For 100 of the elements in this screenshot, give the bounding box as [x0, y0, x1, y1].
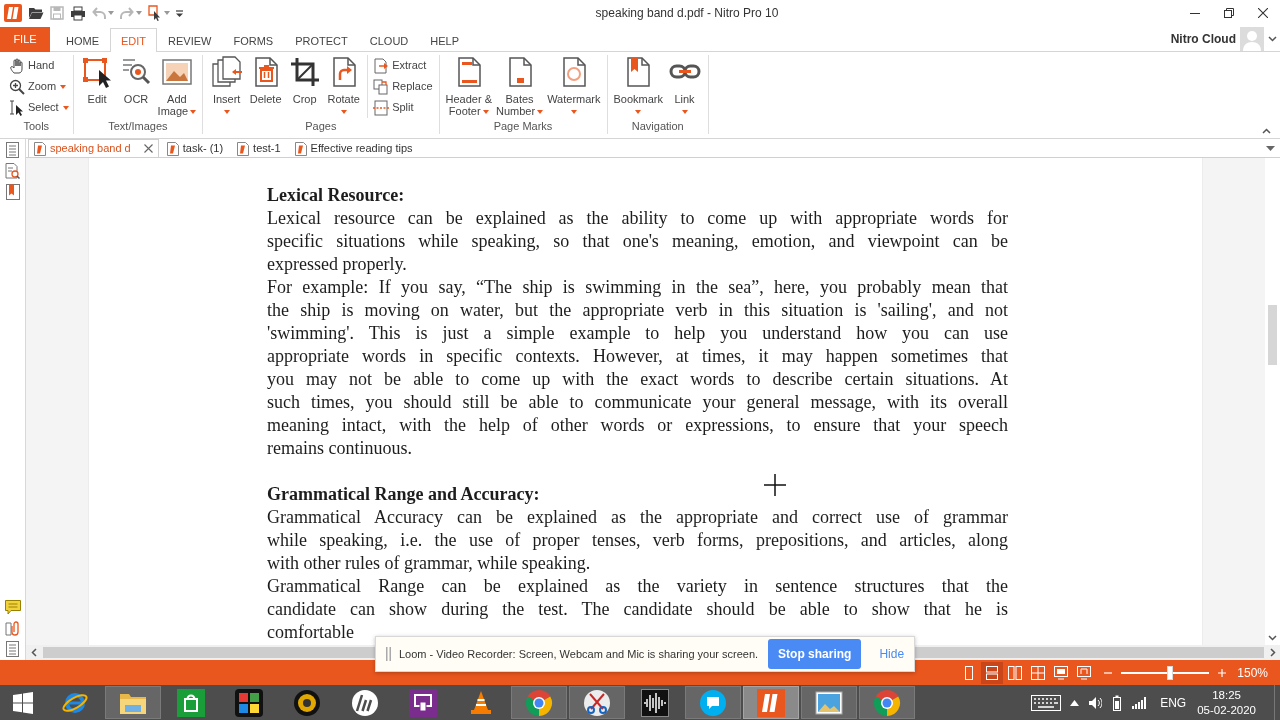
file-menu-button[interactable]: FILE	[0, 27, 50, 52]
cast-screen-icon	[409, 688, 437, 717]
group-label: Tools	[22, 119, 51, 134]
page-split-icon	[373, 99, 390, 116]
page-lines-icon[interactable]	[5, 142, 20, 158]
stacked-pages-icon	[210, 56, 243, 88]
folder-icon[interactable]	[28, 6, 44, 20]
grip-icon[interactable]	[386, 647, 391, 661]
crosshair-cursor-icon	[764, 474, 786, 496]
text-cursor-icon	[9, 99, 25, 116]
pdf-file-icon	[34, 141, 46, 156]
split-button[interactable]: Split	[371, 97, 435, 118]
battery-icon[interactable]	[1111, 694, 1124, 711]
section-heading: Lexical Resource:	[267, 184, 405, 207]
zoom-button[interactable]: Zoom	[7, 76, 71, 97]
ribbon-tab[interactable]: PROTECT	[284, 29, 359, 52]
account-button[interactable]: Nitro Cloud	[1170, 29, 1236, 48]
shopping-bag-icon	[177, 688, 205, 717]
hand-tool-button[interactable]: Hand	[7, 55, 71, 76]
crop-button[interactable]: Crop	[285, 55, 325, 106]
page-lines-icon[interactable]	[5, 641, 20, 657]
ribbon-tab[interactable]: CLOUD	[358, 29, 420, 52]
close-icon[interactable]	[143, 144, 153, 153]
pdf-file-icon	[166, 141, 179, 156]
language-indicator[interactable]: ENG	[1160, 693, 1187, 712]
caret-icon[interactable]	[164, 11, 170, 15]
chevron-up-icon[interactable]	[1262, 128, 1271, 134]
chevron-up-icon[interactable]	[1070, 699, 1080, 706]
group-label: Pages	[304, 119, 338, 134]
puzzle-icon	[235, 688, 263, 717]
bates-number-button[interactable]: Bates Number	[494, 55, 546, 118]
select-button[interactable]: Select	[7, 97, 71, 118]
header-footer-button[interactable]: Header & Footer	[443, 55, 494, 118]
crop-icon	[288, 56, 321, 88]
clock-time[interactable]: 18:25	[1212, 687, 1241, 703]
restore-icon[interactable]	[1224, 8, 1234, 18]
speaker-icon[interactable]	[1088, 695, 1103, 710]
keyboard-icon[interactable]	[1031, 694, 1062, 711]
round-browser-icon	[525, 688, 553, 717]
watermark-button[interactable]: Watermark	[545, 55, 603, 115]
ribbon-tab[interactable]: FORMS	[222, 29, 285, 52]
scrollbar-thumb[interactable]	[1268, 305, 1277, 365]
slider-thumb[interactable]	[1166, 665, 1173, 680]
document-tab[interactable]: test-1	[231, 139, 287, 157]
caret-icon[interactable]	[1266, 145, 1275, 151]
presentation-icon	[1077, 665, 1092, 680]
zoom-level: 150%	[1237, 664, 1268, 682]
bookmark-icon[interactable]	[5, 184, 20, 200]
round-logo-icon	[351, 688, 379, 717]
chevron-right-icon[interactable]	[1270, 648, 1276, 657]
page-cursor-icon[interactable]	[148, 5, 162, 21]
two-pages-icon	[373, 78, 390, 95]
document-tab[interactable]: Effective reading tips	[288, 139, 419, 157]
windows-logo-icon[interactable]	[13, 691, 33, 714]
ribbon-tab[interactable]: HOME	[55, 29, 110, 52]
zoom-in-icon[interactable]	[1218, 668, 1227, 677]
chevron-left-icon[interactable]	[31, 648, 37, 657]
bookmark-button[interactable]: Bookmark	[611, 55, 666, 115]
hand-icon	[9, 57, 25, 74]
notification-message: Loom - Video Recorder: Screen, Webcam and Mic is sharing your screen.	[399, 646, 759, 662]
ribbon-tab[interactable]: EDIT	[110, 28, 158, 52]
view-mode-button[interactable]	[981, 661, 1004, 684]
app-logo-icon[interactable]	[4, 4, 22, 22]
clock-date[interactable]: 05-02-2020	[1197, 702, 1256, 718]
window-title: speaking band d.pdf - Nitro Pro 10	[594, 5, 780, 22]
paragraph-text: Grammatical Accuracy can be explained as the appropriate and correct use of grammar while speaking, i.e. the use of proper tenses, verb forms, prepositions, and articles, along with other rules of grammar, while speaking.	[267, 506, 1008, 575]
ribbon-tab[interactable]: HELP	[419, 29, 471, 52]
close-icon[interactable]	[1258, 8, 1268, 18]
signal-icon[interactable]	[1132, 696, 1148, 709]
printer-icon[interactable]	[70, 5, 86, 21]
add-image-button[interactable]: Add Image	[155, 55, 199, 118]
selection-cursor-icon	[81, 56, 114, 88]
rotate-button[interactable]: Rotate	[324, 55, 364, 115]
continuous-pages-icon	[985, 665, 1000, 680]
pdf-file-icon	[237, 141, 250, 156]
paperclip-icon[interactable]	[4, 620, 21, 636]
link-button[interactable]: Link	[665, 55, 705, 115]
group-label: Text/Images	[107, 119, 169, 134]
comment-icon[interactable]	[4, 600, 21, 615]
edit-button[interactable]: Edit	[77, 55, 117, 106]
extract-button[interactable]: Extract	[371, 55, 435, 76]
ribbon-tab[interactable]: REVIEW	[157, 29, 223, 52]
group-label: Navigation	[630, 119, 685, 134]
picture-icon	[160, 56, 193, 88]
chevron-down-icon[interactable]	[1268, 635, 1277, 641]
delete-button[interactable]: Delete	[246, 55, 286, 106]
customize-icon[interactable]	[176, 9, 183, 17]
waveform-icon	[641, 688, 669, 717]
webcam-icon	[293, 688, 321, 717]
zoom-icon	[9, 78, 25, 95]
chevron-down-icon[interactable]	[1268, 35, 1277, 42]
ocr-button[interactable]: OCR	[116, 55, 156, 106]
page-arrow-icon	[373, 57, 390, 74]
replace-button[interactable]: Replace	[371, 76, 435, 97]
landscape-picture-icon	[815, 688, 843, 717]
page-search-icon[interactable]	[5, 163, 20, 179]
document-tab[interactable]: speaking band d	[28, 139, 159, 157]
document-tab[interactable]: task- (1)	[160, 139, 230, 157]
insert-button[interactable]: Insert	[207, 55, 247, 115]
grid-pages-icon	[1031, 665, 1046, 680]
